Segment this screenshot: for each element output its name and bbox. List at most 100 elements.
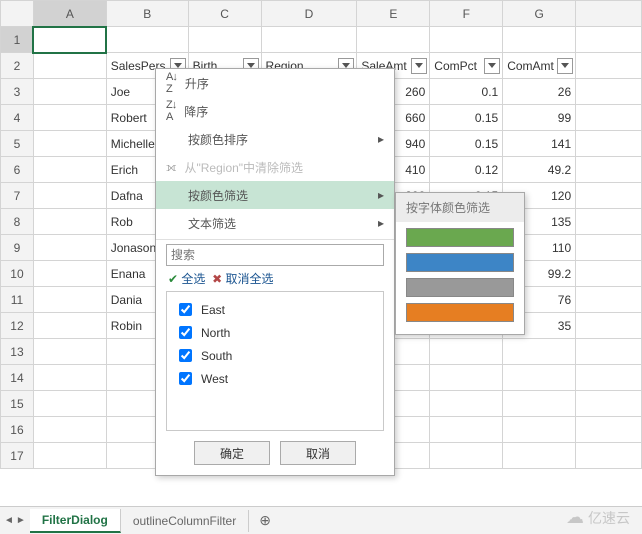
filter-item[interactable]: East — [175, 298, 375, 321]
filter-item[interactable]: West — [175, 367, 375, 390]
cell[interactable]: 49.2 — [503, 157, 576, 183]
text-filter[interactable]: 文本筛选 ▸ — [156, 209, 394, 237]
cell[interactable] — [33, 287, 106, 313]
ok-button[interactable]: 确定 — [194, 441, 270, 465]
row-header[interactable]: 7 — [1, 183, 34, 209]
cell[interactable] — [430, 27, 503, 53]
select-all-corner[interactable] — [1, 1, 34, 27]
col-header-D[interactable]: D — [261, 1, 357, 27]
cell[interactable] — [33, 443, 106, 469]
filter-button[interactable] — [484, 58, 500, 74]
cell[interactable] — [33, 79, 106, 105]
cell[interactable] — [33, 105, 106, 131]
color-swatch-blue[interactable] — [406, 253, 514, 272]
cell[interactable] — [430, 443, 503, 469]
cell[interactable]: 0.15 — [430, 105, 503, 131]
cell[interactable] — [576, 105, 642, 131]
cell[interactable] — [576, 365, 642, 391]
cell[interactable] — [576, 53, 642, 79]
row-header[interactable]: 6 — [1, 157, 34, 183]
cell[interactable] — [576, 261, 642, 287]
row-header[interactable]: 15 — [1, 391, 34, 417]
select-all-link[interactable]: 全选 — [181, 272, 205, 286]
row-header[interactable]: 4 — [1, 105, 34, 131]
sheet-tab-active[interactable]: FilterDialog — [30, 509, 121, 533]
cell[interactable] — [503, 391, 576, 417]
sort-asc[interactable]: A↓Z 升序 — [156, 69, 394, 97]
cell[interactable] — [576, 417, 642, 443]
cell[interactable] — [33, 261, 106, 287]
filter-button[interactable] — [411, 58, 427, 74]
color-swatch-green[interactable] — [406, 228, 514, 247]
cell[interactable] — [33, 313, 106, 339]
checkbox[interactable] — [179, 349, 192, 362]
header-comamt[interactable]: ComAmt — [503, 53, 576, 79]
row-header[interactable]: 12 — [1, 313, 34, 339]
cell[interactable] — [503, 27, 576, 53]
search-input[interactable] — [166, 244, 384, 266]
cell[interactable] — [33, 235, 106, 261]
header-compct[interactable]: ComPct — [430, 53, 503, 79]
col-header-C[interactable]: C — [188, 1, 261, 27]
cell[interactable] — [576, 79, 642, 105]
cell[interactable] — [576, 209, 642, 235]
color-swatch-gray[interactable] — [406, 278, 514, 297]
cell[interactable] — [576, 313, 642, 339]
cell[interactable] — [576, 443, 642, 469]
row-header[interactable]: 10 — [1, 261, 34, 287]
row-header[interactable]: 14 — [1, 365, 34, 391]
cell[interactable] — [576, 287, 642, 313]
cell[interactable] — [503, 365, 576, 391]
col-header-B[interactable]: B — [106, 1, 188, 27]
filter-button[interactable] — [557, 58, 573, 74]
cell[interactable] — [33, 183, 106, 209]
cell[interactable] — [33, 417, 106, 443]
cell[interactable]: 26 — [503, 79, 576, 105]
cell[interactable] — [430, 365, 503, 391]
cell[interactable] — [503, 339, 576, 365]
row-header[interactable]: 3 — [1, 79, 34, 105]
cell[interactable] — [261, 27, 357, 53]
cell[interactable] — [576, 157, 642, 183]
sort-desc[interactable]: Z↓A 降序 — [156, 97, 394, 125]
checkbox[interactable] — [179, 326, 192, 339]
cell-A1[interactable] — [33, 27, 106, 53]
cell[interactable]: 141 — [503, 131, 576, 157]
cell[interactable] — [33, 391, 106, 417]
filter-by-color[interactable]: 按颜色筛选 ▸ — [156, 181, 394, 209]
row-header-2[interactable]: 2 — [1, 53, 34, 79]
cell[interactable] — [33, 209, 106, 235]
cell[interactable] — [188, 27, 261, 53]
cell[interactable] — [430, 417, 503, 443]
row-header[interactable]: 16 — [1, 417, 34, 443]
cell[interactable] — [430, 391, 503, 417]
sort-by-color[interactable]: 按颜色排序 ▸ — [156, 125, 394, 153]
col-header-G[interactable]: G — [503, 1, 576, 27]
color-swatch-orange[interactable] — [406, 303, 514, 322]
cell[interactable] — [33, 53, 106, 79]
cell[interactable]: 99 — [503, 105, 576, 131]
cell[interactable] — [33, 157, 106, 183]
deselect-all-link[interactable]: 取消全选 — [226, 272, 274, 286]
cell[interactable]: 0.1 — [430, 79, 503, 105]
filter-item[interactable]: North — [175, 321, 375, 344]
cell[interactable] — [503, 417, 576, 443]
cell[interactable] — [33, 365, 106, 391]
filter-item[interactable]: South — [175, 344, 375, 367]
cell[interactable]: 0.12 — [430, 157, 503, 183]
add-sheet-button[interactable]: ⊕ — [249, 508, 281, 533]
row-header-1[interactable]: 1 — [1, 27, 34, 53]
checkbox[interactable] — [179, 372, 192, 385]
sheet-tab[interactable]: outlineColumnFilter — [121, 510, 249, 532]
cell[interactable] — [576, 235, 642, 261]
cell[interactable] — [33, 131, 106, 157]
row-header[interactable]: 11 — [1, 287, 34, 313]
cell[interactable] — [576, 27, 642, 53]
cell[interactable] — [576, 183, 642, 209]
nav-next-icon[interactable]: ► — [16, 515, 26, 526]
row-header[interactable]: 17 — [1, 443, 34, 469]
cancel-button[interactable]: 取消 — [280, 441, 356, 465]
cell[interactable] — [357, 27, 430, 53]
cell[interactable] — [106, 27, 188, 53]
row-header[interactable]: 13 — [1, 339, 34, 365]
